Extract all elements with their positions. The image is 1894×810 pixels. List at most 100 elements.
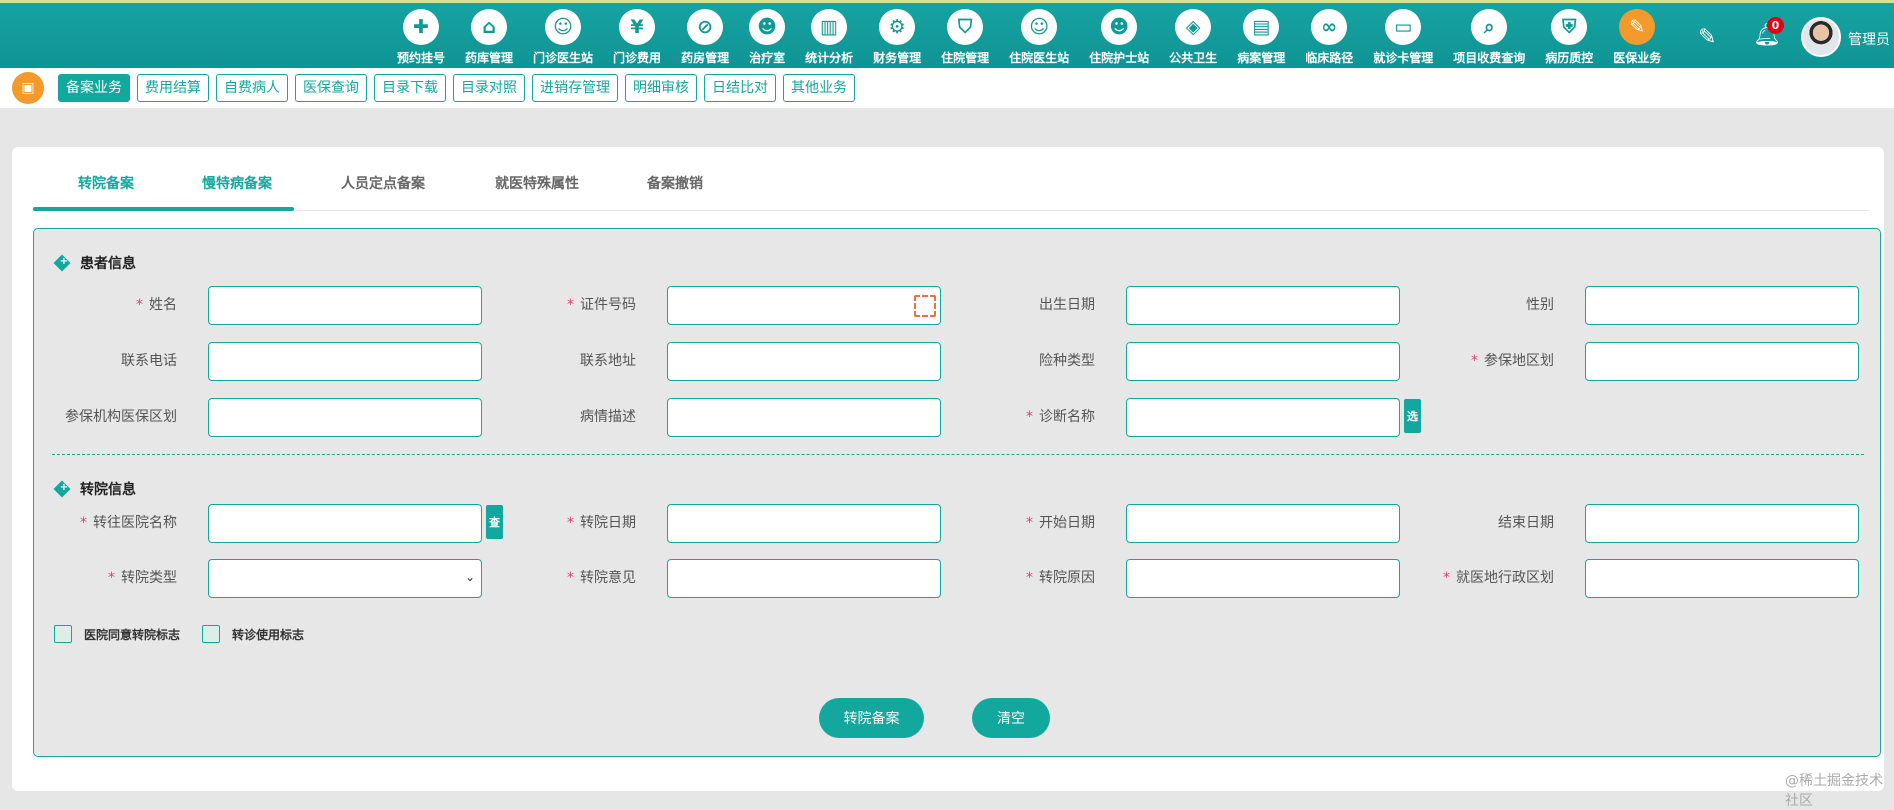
text-input[interactable]: [1585, 342, 1859, 381]
form-field: 出生日期: [952, 286, 1411, 325]
quality-control-icon: ⛨: [1551, 9, 1588, 45]
nav-item-11[interactable]: ◈ 公共卫生: [1159, 9, 1227, 66]
nav-label: 药房管理: [681, 51, 730, 65]
tab-1[interactable]: 慢特病备案: [202, 173, 272, 193]
nav-item-4[interactable]: ⊘ 药房管理: [671, 9, 739, 66]
select-diagnosis-button[interactable]: 选: [1404, 399, 1421, 433]
nav-item-5[interactable]: ☻ 治疗室: [739, 9, 795, 66]
tab-3[interactable]: 就医特殊属性: [495, 173, 579, 193]
text-input[interactable]: [208, 504, 482, 543]
checkbox-item[interactable]: 医院同意转院标志: [54, 625, 180, 643]
text-input[interactable]: [1126, 342, 1400, 381]
doctor-icon: ☺: [545, 9, 582, 45]
subnav-button[interactable]: 目录下载: [374, 74, 446, 102]
text-input[interactable]: [667, 342, 941, 381]
pencil-icon[interactable]: ✎: [1698, 25, 1716, 50]
text-input[interactable]: [208, 342, 482, 381]
submit-transfer-button[interactable]: 转院备案: [819, 698, 924, 738]
field-label-text: 转院意见: [580, 570, 636, 586]
insurance-icon: ✎: [1619, 9, 1656, 45]
field-label-text: 险种类型: [1039, 353, 1095, 369]
tab-4[interactable]: 备案撤销: [647, 173, 703, 193]
form-field: 病情描述: [493, 398, 952, 437]
avatar[interactable]: [1801, 17, 1841, 57]
tab-2[interactable]: 人员定点备案: [341, 173, 425, 193]
nav-label: 治疗室: [749, 51, 786, 65]
clear-button[interactable]: 清空: [972, 698, 1050, 738]
field-label: 联系电话: [34, 342, 177, 381]
form-field: * 诊断名称 选: [952, 398, 1421, 437]
subnav-button[interactable]: 费用结算: [137, 74, 209, 102]
text-input[interactable]: [667, 559, 941, 598]
text-input[interactable]: [667, 286, 941, 325]
subnav-button[interactable]: 日结比对: [704, 74, 776, 102]
form-field: * 转院原因: [952, 559, 1411, 598]
checkbox[interactable]: [202, 625, 221, 643]
nav-item-17[interactable]: ✎ 医保业务: [1603, 9, 1671, 66]
text-input[interactable]: [1126, 286, 1400, 325]
fee-query-icon: ⌕: [1471, 9, 1508, 45]
subnav-button[interactable]: 其他业务: [783, 74, 855, 102]
text-input[interactable]: [667, 504, 941, 543]
nav-item-12[interactable]: ▤ 病案管理: [1227, 9, 1295, 66]
text-input[interactable]: [208, 398, 482, 437]
field-label-text: 转院类型: [121, 570, 177, 586]
field-label-text: 结束日期: [1498, 515, 1554, 531]
text-input[interactable]: [1126, 504, 1400, 543]
tab-bar: 转院备案 慢特病备案 人员定点备案 就医特殊属性 备案撤销: [33, 173, 1869, 211]
checkbox-item[interactable]: 转诊使用标志: [202, 625, 304, 643]
subnav-button[interactable]: 医保查询: [295, 74, 367, 102]
select-field[interactable]: ⌄: [208, 559, 482, 598]
checkbox[interactable]: [54, 625, 72, 643]
notification-bell-icon[interactable]: 🔔︎ 0: [1753, 17, 1784, 48]
field-label-text: 联系地址: [580, 353, 636, 369]
nav-item-2[interactable]: ☺ 门诊医生站: [523, 9, 603, 66]
subnav-button[interactable]: 进销存管理: [532, 74, 618, 102]
nav-item-14[interactable]: ▭ 就诊卡管理: [1363, 9, 1443, 66]
nav-label: 住院管理: [941, 51, 990, 65]
insurance-logo-icon: ▣: [12, 72, 44, 104]
field-label-text: 证件号码: [580, 297, 636, 313]
section-diamond-icon: [53, 254, 71, 272]
form-field: * 参保地区划: [1411, 342, 1870, 381]
text-input[interactable]: [1585, 286, 1859, 325]
public-health-icon: ◈: [1175, 9, 1212, 45]
text-input[interactable]: [1585, 559, 1859, 598]
subnav-button[interactable]: 自费病人: [216, 74, 288, 102]
text-input[interactable]: [1126, 398, 1400, 437]
form-row: 联系电话 联系地址 险种类型 * 参保地区划: [34, 342, 1882, 381]
text-input[interactable]: [1126, 559, 1400, 598]
nav-item-1[interactable]: ⌂ 药库管理: [455, 9, 523, 66]
nav-item-6[interactable]: ▥ 统计分析: [795, 9, 863, 66]
nav-item-9[interactable]: ☺ 住院医生站: [999, 9, 1079, 66]
nav-item-8[interactable]: ⛉ 住院管理: [931, 9, 999, 66]
nav-label: 统计分析: [805, 51, 854, 65]
subnav-button[interactable]: 目录对照: [453, 74, 525, 102]
form-field: * 开始日期: [952, 504, 1411, 543]
nav-item-3[interactable]: ¥ 门诊费用: [603, 9, 671, 66]
nav-item-13[interactable]: ∞ 临床路径: [1295, 9, 1363, 66]
user-name[interactable]: 管理员: [1848, 29, 1890, 49]
tab-0[interactable]: 转院备案: [78, 173, 134, 193]
nav-item-16[interactable]: ⛨ 病历质控: [1535, 9, 1603, 66]
nav-item-15[interactable]: ⌕ 项目收费查询: [1443, 9, 1535, 66]
scan-icon[interactable]: [914, 295, 936, 317]
subnav-button[interactable]: 明细审核: [625, 74, 697, 102]
nav-item-7[interactable]: ⚙ 财务管理: [863, 9, 931, 66]
form-field: 联系电话: [34, 342, 493, 381]
required-asterisk: *: [567, 570, 574, 586]
text-input[interactable]: [208, 286, 482, 325]
nav-item-10[interactable]: ☻ 住院护士站: [1079, 9, 1159, 66]
form-field: 险种类型: [952, 342, 1411, 381]
text-input[interactable]: [1585, 504, 1859, 543]
field-label: * 转院意见: [493, 559, 636, 598]
field-label-text: 就医地行政区划: [1456, 570, 1554, 586]
inpatient-doctor-icon: ☺: [1021, 9, 1058, 45]
text-input[interactable]: [667, 398, 941, 437]
nav-label: 门诊医生站: [533, 51, 594, 65]
field-label-text: 联系电话: [121, 353, 177, 369]
nav-item-0[interactable]: ✚ 预约挂号: [387, 9, 455, 66]
nav-label: 病历质控: [1545, 51, 1594, 65]
subnav-button[interactable]: 备案业务: [58, 74, 130, 102]
inpatient-nurse-icon: ☻: [1101, 9, 1138, 45]
